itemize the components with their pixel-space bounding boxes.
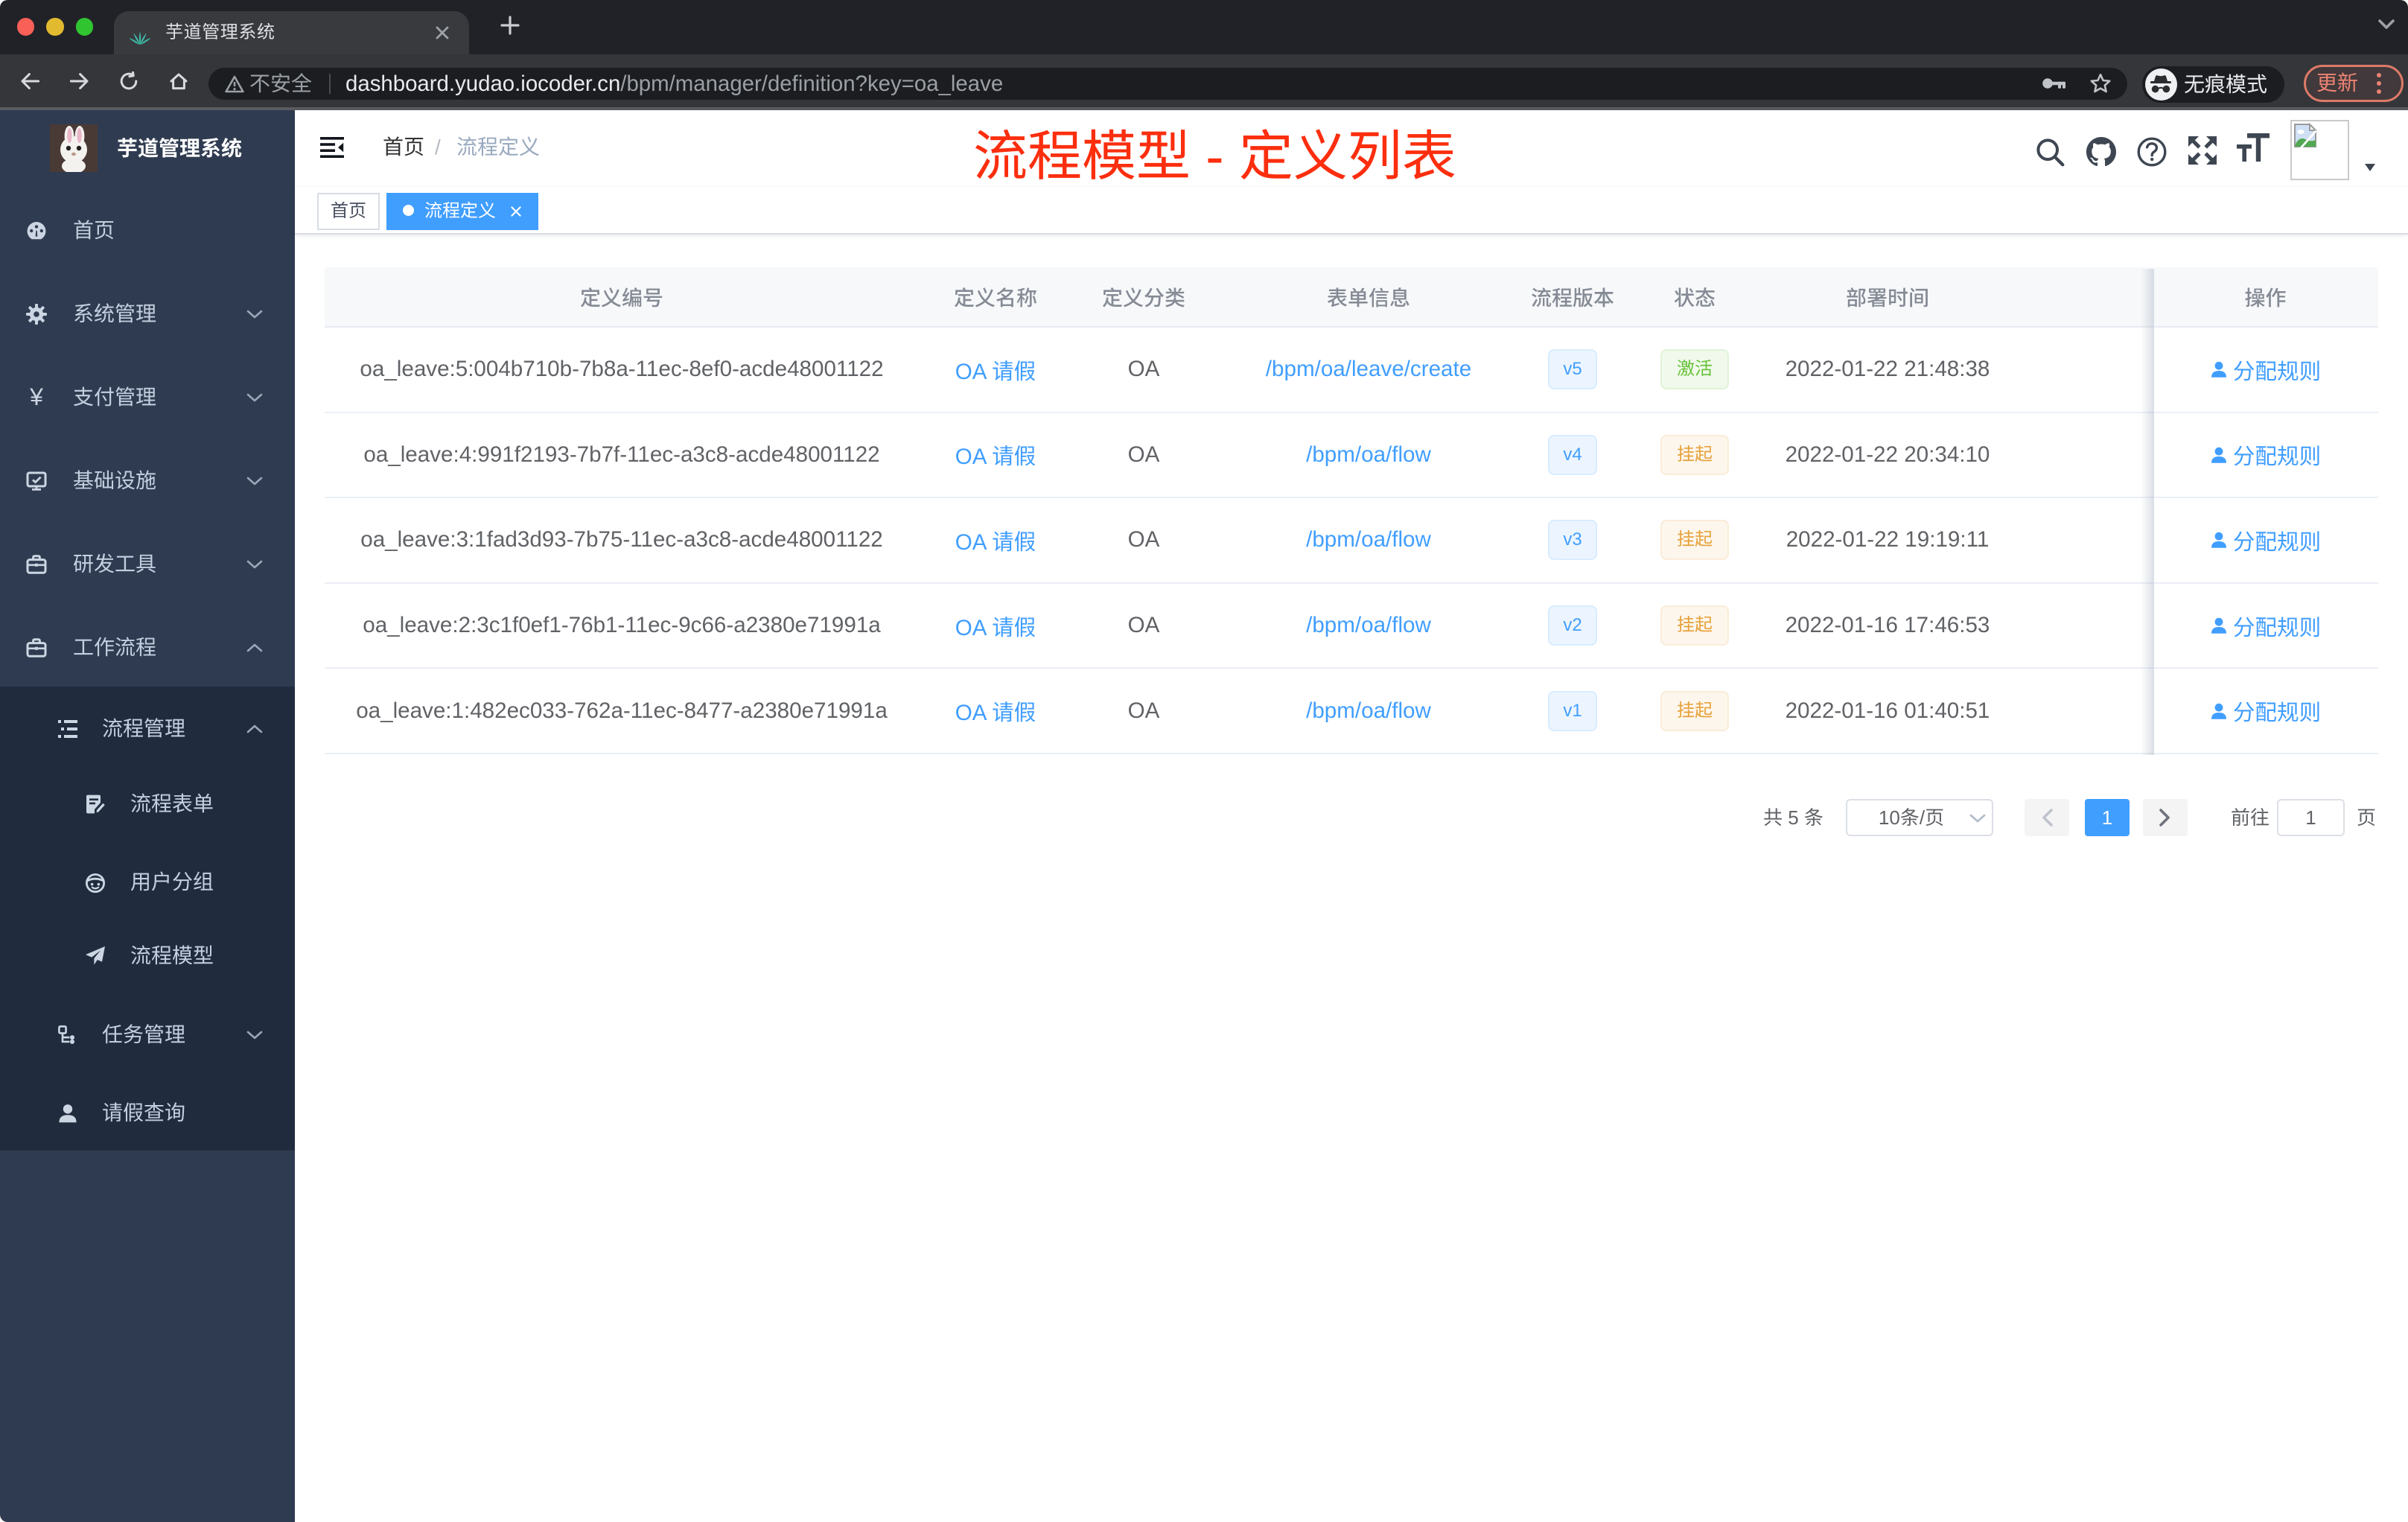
svg-text:¥: ¥ bbox=[29, 387, 43, 408]
